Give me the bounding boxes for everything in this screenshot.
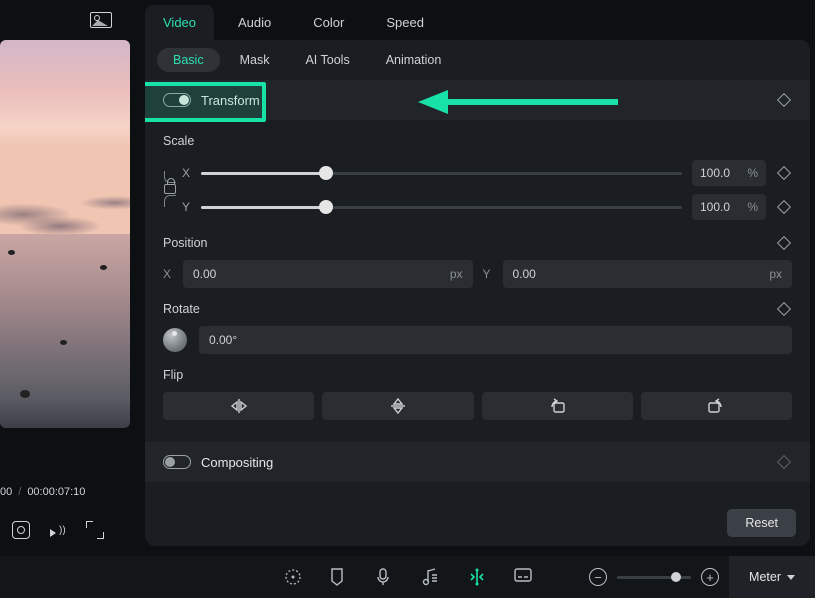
scale-label: Scale [163,134,194,148]
split-clip-icon[interactable] [468,568,486,586]
tab-speed[interactable]: Speed [368,5,442,40]
position-y-axis-label: Y [483,267,493,281]
position-y-input[interactable]: 0.00 px [503,260,793,288]
reset-button[interactable]: Reset [727,509,796,537]
scale-y-keyframe-icon[interactable] [777,200,791,214]
transform-toggle[interactable] [163,93,191,107]
scale-x-slider-thumb[interactable] [319,166,333,180]
scale-y-axis-label: Y [181,200,191,214]
position-x-input[interactable]: 0.00 px [183,260,473,288]
scale-y-slider-thumb[interactable] [319,200,333,214]
tab-audio[interactable]: Audio [220,5,289,40]
scale-x-value-input[interactable]: 100.0 % [692,160,766,186]
preview-speck [20,390,30,398]
compositing-keyframe-icon[interactable] [777,455,791,469]
scale-y-value: 100.0 [700,200,730,214]
scale-x-unit: % [747,166,758,180]
rotate-ccw-button[interactable] [482,392,633,420]
zoom-in-button[interactable]: + [701,568,719,586]
tab-basic[interactable]: Basic [157,48,220,72]
transform-header: Transform [145,80,810,120]
scale-x-slider[interactable] [201,172,682,175]
flip-vertical-button[interactable] [322,392,473,420]
scale-y-unit: % [747,200,758,214]
position-label: Position [163,236,207,250]
chevron-down-icon [787,575,795,580]
flip-horizontal-button[interactable] [163,392,314,420]
scale-x-axis-label: X [181,166,191,180]
transform-title: Transform [201,93,260,108]
position-x-axis-label: X [163,267,173,281]
tab-ai-tools[interactable]: AI Tools [289,48,365,72]
meter-label: Meter [749,570,781,584]
preview-speck [60,340,67,345]
rotate-cw-button[interactable] [641,392,792,420]
scale-y-slider[interactable] [201,206,682,209]
primary-tabs: Video Audio Color Speed [145,0,810,40]
snapshot-icon[interactable] [12,521,30,539]
video-preview[interactable] [0,40,130,428]
tab-color[interactable]: Color [295,5,362,40]
marker-icon[interactable] [330,568,348,586]
transform-keyframe-icon[interactable] [777,93,791,107]
position-y-unit: px [769,267,782,281]
scale-lock-icon[interactable] [163,158,177,220]
time-total: 00:00:07:10 [27,486,85,498]
caption-icon[interactable] [514,568,532,586]
scale-x-value: 100.0 [700,166,730,180]
tab-mask[interactable]: Mask [224,48,286,72]
auto-enhance-icon[interactable] [284,568,302,586]
time-current: 00 [0,486,12,498]
compositing-toggle[interactable] [163,455,191,469]
secondary-tabs: Basic Mask AI Tools Animation [145,40,810,80]
picture-mode-icon[interactable] [90,12,112,28]
meter-dropdown[interactable]: Meter [729,556,815,598]
tab-animation[interactable]: Animation [370,48,458,72]
bottom-toolbar: − + Meter [0,556,815,598]
rotate-value-input[interactable]: 0.00° [199,326,792,354]
position-x-unit: px [450,267,463,281]
zoom-slider-thumb[interactable] [671,572,681,582]
voiceover-icon[interactable] [376,568,394,586]
zoom-slider[interactable] [617,576,691,579]
rotate-dial[interactable] [163,328,187,352]
position-y-value: 0.00 [513,267,536,281]
tab-video[interactable]: Video [145,5,214,40]
flip-label: Flip [163,368,183,382]
rotate-value: 0.00° [209,333,237,347]
scale-y-value-input[interactable]: 100.0 % [692,194,766,220]
compositing-header: Compositing [145,442,810,482]
zoom-out-button[interactable]: − [589,568,607,586]
preview-speck [100,265,107,270]
position-x-value: 0.00 [193,267,216,281]
time-separator: / [18,486,21,498]
volume-icon[interactable]: )) [50,524,66,537]
compositing-title: Compositing [201,455,273,470]
preview-speck [8,250,15,255]
position-keyframe-icon[interactable] [777,236,791,250]
rotate-keyframe-icon[interactable] [777,302,791,316]
rotate-label: Rotate [163,302,200,316]
fullscreen-icon[interactable] [86,521,104,539]
scale-x-keyframe-icon[interactable] [777,166,791,180]
audio-track-icon[interactable] [422,568,440,586]
